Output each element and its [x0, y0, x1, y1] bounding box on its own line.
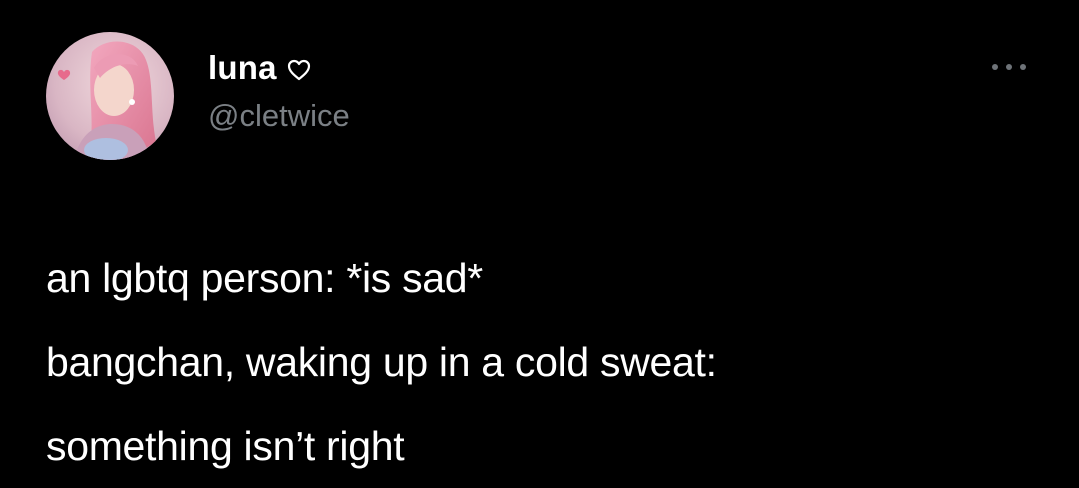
tweet-text: an lgbtq person: *is sad* bangchan, waki…	[46, 236, 1056, 488]
tweet-line-3: something isn’t right	[46, 423, 405, 469]
heart-outline-icon	[287, 59, 311, 81]
tweet-line-1: an lgbtq person: *is sad*	[46, 255, 483, 301]
tweet-card: luna @cletwice an lgbtq person: *is sad*…	[0, 0, 1079, 469]
more-options-button[interactable]	[984, 54, 1034, 80]
avatar[interactable]	[46, 32, 174, 160]
tweet-line-2: bangchan, waking up in a cold sweat:	[46, 339, 717, 385]
more-horizontal-icon	[992, 64, 1026, 70]
avatar-image	[46, 32, 174, 160]
user-handle[interactable]: @cletwice	[208, 96, 350, 136]
name-row: luna	[208, 48, 311, 88]
display-name[interactable]: luna	[208, 48, 277, 88]
